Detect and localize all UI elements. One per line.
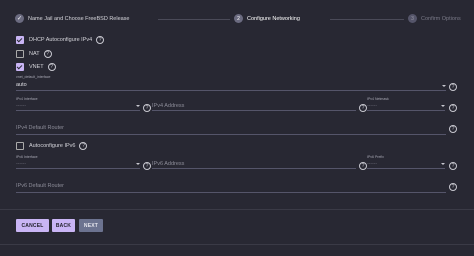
chevron-down-icon: [441, 163, 445, 165]
dhcp-checkbox[interactable]: [16, 36, 24, 44]
help-icon[interactable]: ?: [449, 104, 457, 112]
help-icon[interactable]: ?: [359, 104, 367, 112]
ipv6-address-input[interactable]: IPv6 Address: [152, 155, 356, 169]
vnet-row: VNET ?: [16, 63, 56, 71]
divider: [0, 209, 474, 210]
help-icon[interactable]: ?: [449, 83, 457, 91]
ipv6-interface-select[interactable]: IPv6 Interface ------: [16, 155, 140, 169]
help-icon[interactable]: ?: [449, 162, 457, 170]
stepper: ✓ Name Jail and Choose FreeBSD Release 2…: [0, 0, 474, 40]
dhcp-autoconfigure-ipv4-row: DHCP Autoconfigure IPv4 ?: [16, 36, 105, 44]
ipv4-interface-label: IPv4 Interface: [16, 97, 38, 101]
ipv4-interface-select[interactable]: IPv4 Interface ------: [16, 97, 140, 111]
ipv6-prefix-value: ------: [367, 161, 377, 167]
ipv6-address-placeholder: IPv6 Address: [152, 161, 185, 167]
step-2-label: Configure Networking: [247, 15, 300, 22]
vnet-default-interface-value: auto: [16, 82, 27, 88]
vnet-label: VNET: [29, 64, 44, 70]
help-icon[interactable]: ?: [143, 162, 151, 170]
nat-label: NAT: [29, 51, 40, 57]
step-1[interactable]: ✓ Name Jail and Choose FreeBSD Release: [15, 14, 130, 23]
ipv4-address-placeholder: IPv4 Address: [152, 103, 185, 109]
step-3-number: 3: [408, 14, 417, 23]
chevron-down-icon: [136, 105, 140, 107]
autoconfigure-ipv6-label: Autoconfigure IPv6: [29, 143, 76, 149]
chevron-down-icon: [441, 105, 445, 107]
step-2[interactable]: 2 Configure Networking: [234, 14, 300, 23]
step-3-label: Confirm Options: [421, 15, 461, 22]
autoconfigure-ipv6-checkbox[interactable]: [16, 142, 24, 150]
autoconfigure-ipv6-row: Autoconfigure IPv6 ?: [16, 142, 88, 150]
chevron-down-icon: [442, 85, 446, 87]
ipv6-interface-label: IPv6 Interface: [16, 155, 38, 159]
divider: [0, 244, 474, 245]
cancel-button[interactable]: CANCEL: [16, 219, 49, 232]
help-icon[interactable]: ?: [143, 104, 151, 112]
vnet-default-interface-label: vnet_default_interface: [16, 75, 51, 79]
nat-checkbox[interactable]: [16, 50, 24, 58]
help-icon[interactable]: ?: [359, 162, 367, 170]
step-1-check-icon: ✓: [15, 14, 24, 23]
ipv4-interface-value: ------: [16, 103, 26, 109]
step-connector-2: [330, 19, 404, 20]
vnet-default-interface-select[interactable]: vnet_default_interface auto: [16, 75, 446, 91]
step-3[interactable]: 3 Confirm Options: [408, 14, 461, 23]
ipv4-netmask-value: ------: [367, 103, 377, 109]
step-connector-1: [158, 19, 230, 20]
ipv4-netmask-select[interactable]: IPv4 Netmask ------: [367, 97, 445, 111]
back-button[interactable]: BACK: [52, 219, 75, 232]
ipv6-prefix-label: IPv6 Prefix: [367, 155, 384, 159]
ipv6-default-router-placeholder: IPv6 Default Router: [16, 183, 64, 189]
vnet-checkbox[interactable]: [16, 63, 24, 71]
help-icon[interactable]: ?: [449, 183, 457, 191]
step-1-label: Name Jail and Choose FreeBSD Release: [28, 15, 130, 22]
help-icon[interactable]: ?: [79, 142, 88, 150]
ipv6-prefix-select[interactable]: IPv6 Prefix ------: [367, 155, 445, 169]
ipv4-address-input[interactable]: IPv4 Address: [152, 97, 356, 111]
ipv4-default-router-input[interactable]: IPv4 Default Router: [16, 123, 446, 135]
help-icon[interactable]: ?: [449, 125, 457, 133]
help-icon[interactable]: ?: [43, 50, 52, 58]
ipv4-default-router-placeholder: IPv4 Default Router: [16, 125, 64, 131]
chevron-down-icon: [136, 163, 140, 165]
help-icon[interactable]: ?: [96, 36, 105, 44]
ipv6-interface-value: ------: [16, 161, 26, 167]
ipv6-default-router-input[interactable]: IPv6 Default Router: [16, 181, 446, 193]
nat-row: NAT ?: [16, 50, 52, 58]
step-2-number: 2: [234, 14, 243, 23]
dhcp-label: DHCP Autoconfigure IPv4: [29, 37, 93, 43]
next-button[interactable]: NEXT: [79, 219, 103, 232]
ipv4-netmask-label: IPv4 Netmask: [367, 97, 389, 101]
help-icon[interactable]: ?: [47, 63, 56, 71]
